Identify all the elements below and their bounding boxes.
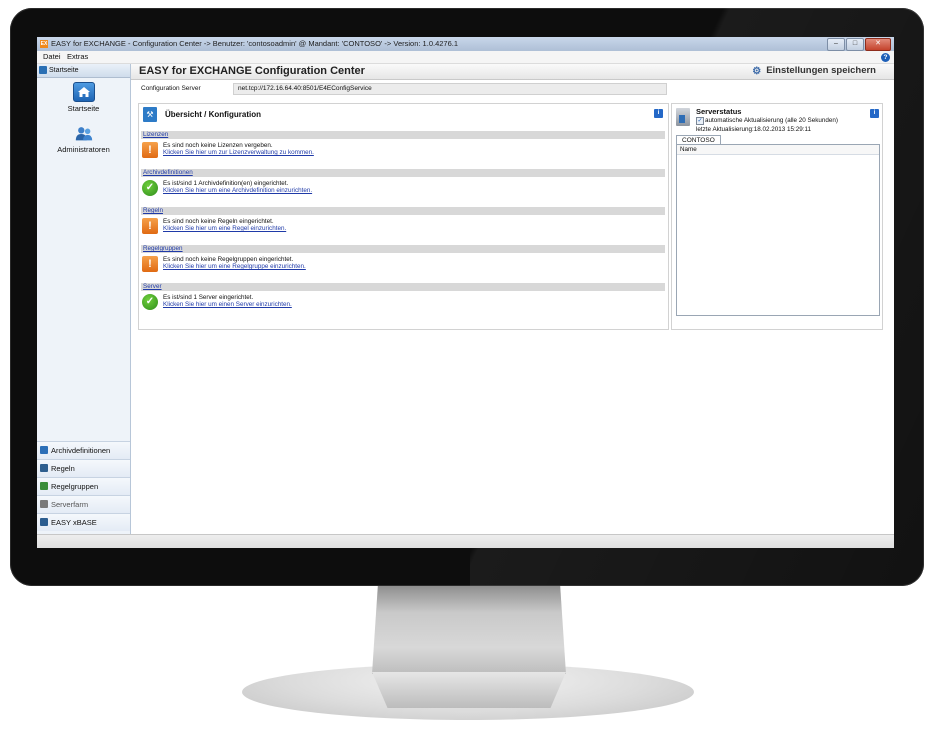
config-server-field: net.tcp://172.16.64.40:8501/E4EConfigSer…: [233, 83, 667, 95]
users-icon: [74, 125, 94, 143]
section-status-text: Es ist/sind 1 Archivdefinition(en) einge…: [163, 180, 289, 187]
menu-datei[interactable]: Datei: [43, 51, 61, 63]
section-row-archivdefinitionen: ✓ Es ist/sind 1 Archivdefinition(en) ein…: [142, 179, 662, 197]
section-link-server[interactable]: Server: [143, 283, 162, 290]
section-status-text: Es sind noch keine Regelgruppen eingeric…: [163, 256, 294, 263]
window-title: EASY for EXCHANGE - Configuration Center…: [51, 39, 459, 48]
column-header-name[interactable]: Name: [677, 145, 879, 155]
gear-icon: ⚙: [752, 66, 762, 77]
sidebar: Startseite Startseite Administratoren Ar…: [37, 64, 131, 534]
rule-groups-icon: [40, 482, 48, 490]
sidebar-item-archivdefinitionen[interactable]: Archivdefinitionen: [37, 441, 130, 459]
last-update-text: letzte Aktualisierung:18.02.2013 15:29:1…: [696, 126, 812, 133]
server-status-icon: [676, 108, 690, 126]
section-link-archivdefinitionen[interactable]: Archivdefinitionen: [143, 169, 193, 176]
sidebar-item-startseite[interactable]: Startseite: [37, 82, 130, 113]
section-action-link[interactable]: Klicken Sie hier um einen Server einzuri…: [163, 301, 292, 308]
sidebar-header-label: Startseite: [49, 67, 79, 74]
home-small-icon: [39, 66, 47, 74]
sidebar-item-easy-xbase[interactable]: EASY xBASE: [37, 513, 130, 531]
status-bar: [37, 534, 894, 548]
checkmark-icon: ✓: [142, 294, 158, 310]
section-link-regelgruppen[interactable]: Regelgruppen: [143, 245, 183, 252]
section-action-link[interactable]: Klicken Sie hier um eine Regelgruppe ein…: [163, 263, 306, 270]
section-header-archivdefinitionen: Archivdefinitionen: [141, 169, 665, 177]
auto-refresh-checkbox[interactable]: ✓: [696, 117, 704, 125]
section-header-regelgruppen: Regelgruppen: [141, 245, 665, 253]
sidebar-item-label: Regeln: [51, 464, 75, 473]
section-header-lizenzen: Lizenzen: [141, 131, 665, 139]
window-controls: – □ ✕: [827, 38, 891, 51]
sidebar-item-administratoren[interactable]: Administratoren: [37, 125, 130, 154]
menu-bar: Datei Extras ?: [37, 51, 894, 64]
app-icon: EX: [40, 40, 48, 48]
section-action-link[interactable]: Klicken Sie hier um zur Lizenzverwaltung…: [163, 149, 314, 156]
sidebar-item-label: Administratoren: [57, 145, 110, 154]
configuration-icon: ⚒: [143, 107, 157, 122]
sidebar-header: Startseite: [37, 64, 130, 78]
config-server-label: Configuration Server: [141, 85, 201, 92]
warning-icon: !: [142, 256, 158, 272]
rules-icon: [40, 464, 48, 472]
section-action-link[interactable]: Klicken Sie hier um eine Regel einzurich…: [163, 225, 286, 232]
home-icon: [72, 82, 95, 102]
auto-refresh-label: automatische Aktualisierung (alle 20 Sek…: [705, 117, 839, 124]
menu-extras[interactable]: Extras: [67, 51, 88, 63]
overview-panel: ⚒ Übersicht / Konfiguration i Lizenzen !…: [138, 103, 669, 330]
sidebar-item-label: Startseite: [67, 104, 100, 113]
sidebar-item-label: EASY xBASE: [51, 518, 97, 527]
section-status-text: Es sind noch keine Lizenzen vergeben.: [163, 142, 273, 149]
checkmark-icon: ✓: [142, 180, 158, 196]
overview-title: Übersicht / Konfiguration: [165, 110, 261, 119]
screen: EX EASY for EXCHANGE - Configuration Cen…: [37, 37, 894, 548]
section-action-link[interactable]: Klicken Sie hier um eine Archivdefinitio…: [163, 187, 312, 194]
server-status-info-icon[interactable]: i: [870, 109, 879, 118]
save-settings-label: Einstellungen speichern: [766, 65, 876, 76]
xbase-icon: [40, 518, 48, 526]
sidebar-item-serverfarm[interactable]: Serverfarm: [37, 495, 130, 513]
section-row-lizenzen: ! Es sind noch keine Lizenzen vergeben. …: [142, 141, 662, 159]
server-status-title: Serverstatus: [696, 107, 742, 116]
title-bar: EX EASY for EXCHANGE - Configuration Cen…: [37, 37, 894, 51]
section-link-lizenzen[interactable]: Lizenzen: [143, 131, 168, 138]
sidebar-item-label: Regelgruppen: [51, 482, 99, 491]
overview-info-icon[interactable]: i: [654, 109, 663, 118]
close-button[interactable]: ✕: [865, 38, 891, 51]
server-list[interactable]: Name: [676, 144, 880, 316]
page-title: EASY for EXCHANGE Configuration Center: [139, 65, 365, 77]
maximize-button[interactable]: □: [846, 38, 864, 51]
main-content: EASY for EXCHANGE Configuration Center ⚙…: [131, 64, 894, 534]
sidebar-item-label: Archivdefinitionen: [51, 446, 111, 455]
sidebar-item-regelgruppen[interactable]: Regelgruppen: [37, 477, 130, 495]
section-row-regelgruppen: ! Es sind noch keine Regelgruppen einger…: [142, 255, 662, 273]
archive-icon: [40, 446, 48, 454]
monitor-stand-neck: [372, 586, 566, 674]
section-status-text: Es ist/sind 1 Server eingerichtet.: [163, 294, 254, 301]
section-link-regeln[interactable]: Regeln: [143, 207, 163, 214]
main-header: EASY for EXCHANGE Configuration Center ⚙…: [131, 64, 894, 80]
warning-icon: !: [142, 142, 158, 158]
server-status-panel: Serverstatus i ✓ automatische Aktualisie…: [671, 103, 883, 330]
section-status-text: Es sind noch keine Regeln eingerichtet.: [163, 218, 274, 225]
monitor-stand-foot: [372, 672, 566, 708]
sidebar-item-regeln[interactable]: Regeln: [37, 459, 130, 477]
help-icon[interactable]: ?: [881, 53, 890, 62]
warning-icon: !: [142, 218, 158, 234]
sidebar-item-label: Serverfarm: [51, 500, 89, 509]
section-header-regeln: Regeln: [141, 207, 665, 215]
save-settings-button[interactable]: ⚙ Einstellungen speichern: [752, 65, 876, 77]
minimize-button[interactable]: –: [827, 38, 845, 51]
section-row-server: ✓ Es ist/sind 1 Server eingerichtet. Kli…: [142, 293, 662, 311]
section-row-regeln: ! Es sind noch keine Regeln eingerichtet…: [142, 217, 662, 235]
server-farm-icon: [40, 500, 48, 508]
section-header-server: Server: [141, 283, 665, 291]
